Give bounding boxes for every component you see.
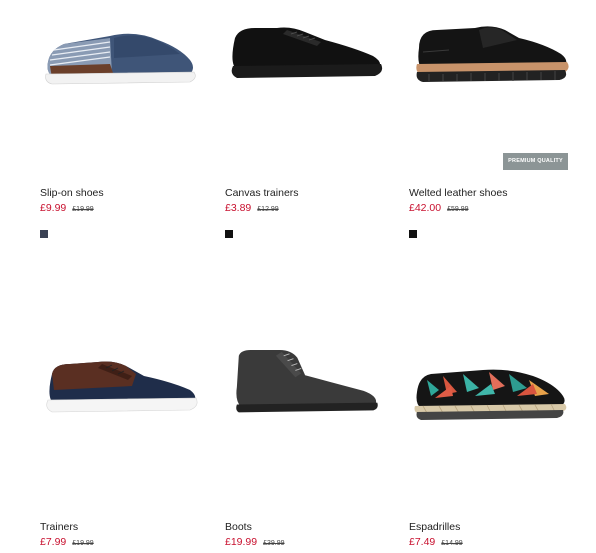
sale-price: £3.89 [225, 202, 252, 214]
product-card-welted-leather-shoes[interactable] [409, 18, 579, 98]
product-image-espadrilles[interactable] [409, 362, 579, 442]
color-swatch-black[interactable] [225, 230, 233, 238]
product-card-boots[interactable] [225, 348, 395, 426]
product-image-trainers[interactable] [40, 352, 210, 432]
original-price: £19.99 [72, 206, 94, 213]
sale-price: £9.99 [40, 202, 67, 214]
original-price: £14.99 [441, 540, 463, 547]
product-name[interactable]: Canvas trainers [225, 187, 299, 199]
product-grid: PREMIUM QUALITY Slip-on shoes £9.99 £19.9… [0, 0, 596, 553]
original-price: £12.99 [257, 206, 279, 213]
color-swatch-navy[interactable] [40, 230, 48, 238]
product-image-slip-on-shoes[interactable] [40, 24, 210, 104]
product-name[interactable]: Trainers [40, 521, 78, 533]
product-name[interactable]: Slip-on shoes [40, 187, 104, 199]
product-price-row: £7.49 £14.99 [409, 535, 463, 550]
product-name[interactable]: Welted leather shoes [409, 187, 507, 199]
sale-price: £19.99 [225, 536, 258, 548]
product-image-boots[interactable] [225, 348, 395, 426]
original-price: £59.99 [447, 206, 469, 213]
product-price-row: £7.99 £19.99 [40, 535, 94, 550]
sale-price: £42.00 [409, 202, 442, 214]
product-price-row: £19.99 £39.99 [225, 535, 285, 550]
product-name[interactable]: Boots [225, 521, 252, 533]
product-card-espadrilles[interactable] [409, 362, 579, 442]
product-card-canvas-trainers[interactable] [225, 18, 395, 98]
sale-price: £7.99 [40, 536, 67, 548]
premium-quality-badge: PREMIUM QUALITY [503, 153, 568, 170]
product-price-row: £9.99 £19.99 [40, 201, 94, 216]
color-swatch-black[interactable] [409, 230, 417, 238]
product-name[interactable]: Espadrilles [409, 521, 460, 533]
product-price-row: £3.89 £12.99 [225, 201, 279, 216]
sale-price: £7.49 [409, 536, 436, 548]
product-image-welted-leather-shoes[interactable] [409, 18, 579, 98]
original-price: £19.99 [72, 540, 94, 547]
product-card-trainers[interactable] [40, 352, 210, 432]
product-price-row: £42.00 £59.99 [409, 201, 469, 216]
original-price: £39.99 [263, 540, 285, 547]
product-image-canvas-trainers[interactable] [225, 18, 395, 98]
product-card-slip-on-shoes[interactable] [40, 24, 210, 104]
